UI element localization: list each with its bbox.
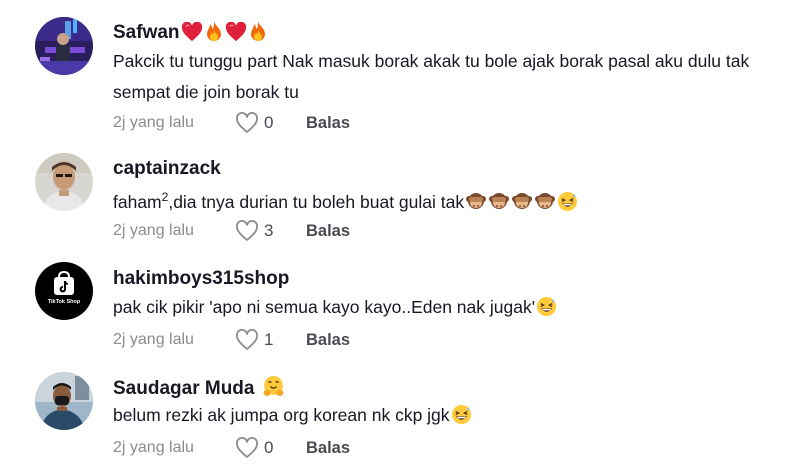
username[interactable]: Safwan (113, 20, 268, 45)
heart-outline-icon[interactable] (235, 437, 259, 459)
comment-text: pak cik pikir 'apo ni semua kayo kayo..E… (113, 292, 803, 323)
username[interactable]: hakimboys315shop (113, 267, 289, 291)
see-no-evil-monkey-icon (511, 190, 533, 212)
like-count: 0 (264, 113, 274, 132)
timestamp: 2j yang lalu (113, 331, 194, 348)
like-count: 3 (264, 221, 274, 240)
see-no-evil-monkey-icon (488, 190, 510, 212)
reply-button[interactable]: Balas (306, 328, 350, 352)
laughing-sweat-icon (557, 191, 578, 212)
comment-text: belum rezki ak jumpa org korean nk ckp j… (113, 400, 803, 431)
timestamp: 2j yang lalu (113, 114, 194, 131)
heart-outline-icon[interactable] (235, 220, 259, 242)
avatar[interactable]: TikTok Shop (35, 262, 93, 320)
avatar[interactable] (35, 153, 93, 211)
username[interactable]: captainzack (113, 157, 221, 181)
heart-icon (181, 22, 203, 42)
comment-item: Safwan Pakcik tu tunggu part Nak masuk b… (0, 0, 811, 140)
heart-outline-icon[interactable] (235, 112, 259, 134)
comment-item: captainzack faham2,dia tnya durian tu bo… (0, 140, 811, 250)
comment-text: Pakcik tu tunggu part Nak masuk borak ak… (113, 51, 750, 102)
username[interactable]: Saudagar Muda (113, 375, 285, 401)
reply-button[interactable]: Balas (306, 111, 350, 135)
see-no-evil-monkey-icon (465, 190, 487, 212)
heart-outline-icon[interactable] (235, 329, 259, 351)
comment-item: TikTok Shop hakimboys315shop pak cik pik… (0, 250, 811, 360)
comment-text: faham2,dia tnya durian tu boleh buat gul… (113, 182, 803, 218)
laughing-sweat-icon (536, 296, 557, 317)
comment-item: Saudagar Muda belum rezki ak jumpa org k… (0, 360, 811, 474)
comment-meta: 2j yang lalu 1 Balas (113, 328, 413, 352)
like-count: 0 (264, 438, 274, 457)
timestamp: 2j yang lalu (113, 439, 194, 456)
see-no-evil-monkey-icon (534, 190, 556, 212)
reply-button[interactable]: Balas (306, 219, 350, 243)
comment-meta: 2j yang lalu 3 Balas (113, 219, 413, 243)
fire-icon (248, 20, 268, 42)
avatar[interactable] (35, 17, 93, 75)
fire-icon (204, 20, 224, 42)
comment-meta: 2j yang lalu 0 Balas (113, 111, 413, 135)
timestamp: 2j yang lalu (113, 222, 194, 239)
avatar-label: TikTok Shop (48, 299, 81, 305)
avatar[interactable] (35, 372, 93, 430)
like-count: 1 (264, 330, 274, 349)
comment-meta: 2j yang lalu 0 Balas (113, 436, 413, 460)
reply-button[interactable]: Balas (306, 436, 350, 460)
laughing-sweat-icon (451, 404, 472, 425)
heart-icon (225, 22, 247, 42)
hugging-face-icon (262, 375, 285, 398)
